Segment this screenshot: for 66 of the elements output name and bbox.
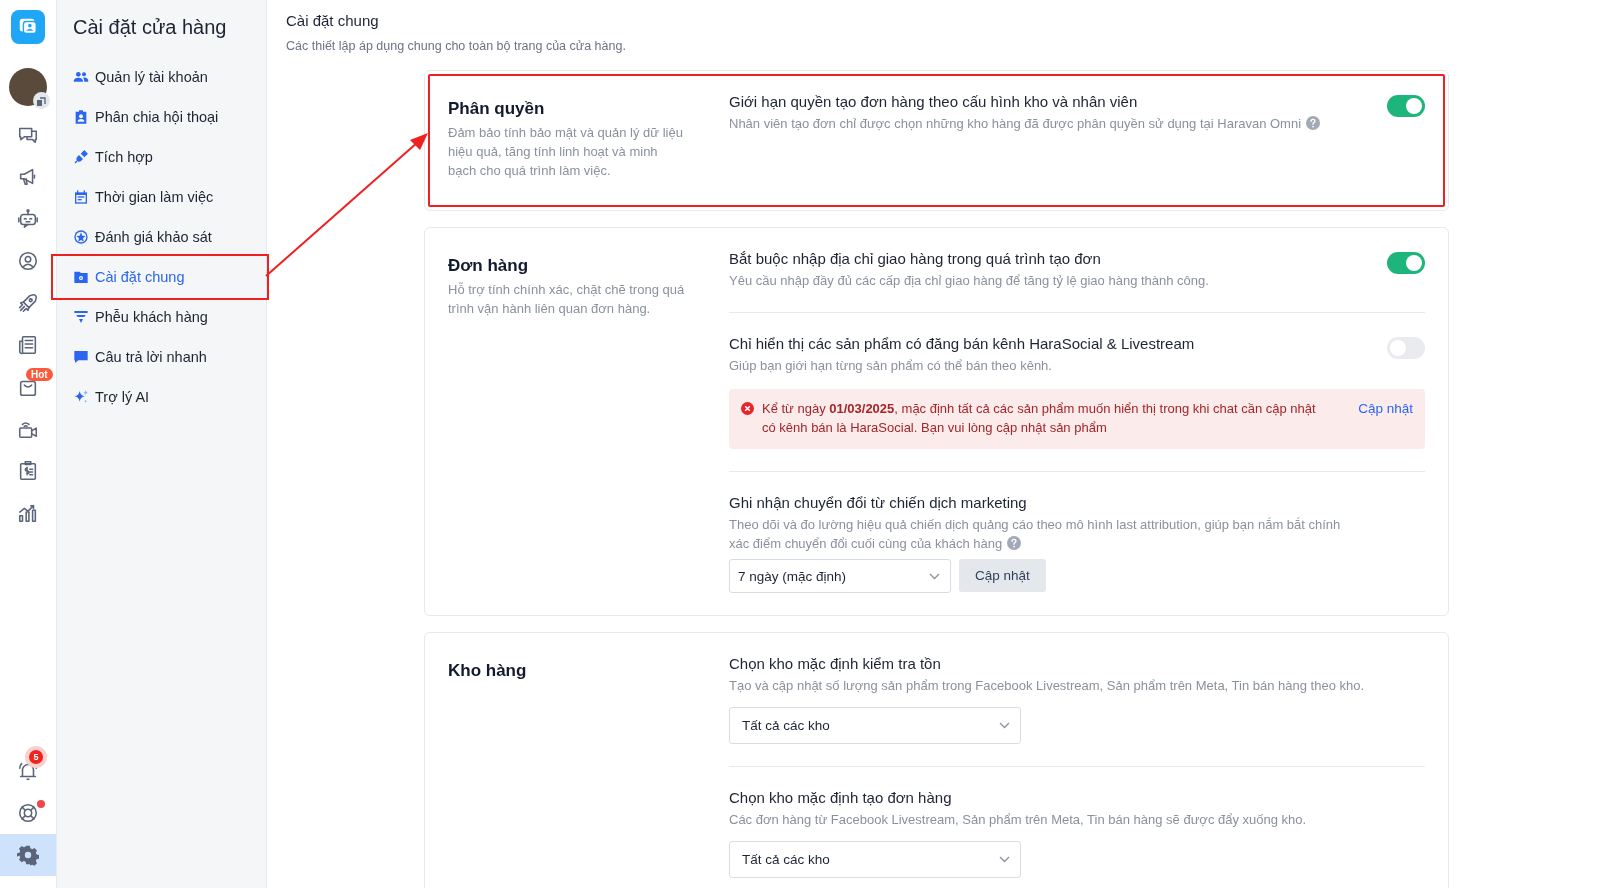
invoice-icon bbox=[17, 460, 39, 482]
star-circle-icon bbox=[73, 229, 89, 245]
section-description: Đảm bảo tính bảo mật và quản lý dữ liệu hiệu quả, tăng tính linh hoạt và minh bạch cho quá trình làm việc. bbox=[448, 124, 684, 180]
chevron-down-icon bbox=[999, 722, 1010, 729]
chevron-down-icon bbox=[999, 856, 1010, 863]
error-icon bbox=[741, 402, 754, 415]
nav-item[interactable]: Thời gian làm việc bbox=[57, 177, 266, 217]
user-icon bbox=[17, 250, 39, 272]
calendar-icon bbox=[73, 189, 89, 205]
section-description: Hỗ trợ tính chính xác, chặt chẽ trong quá trình vận hành liên quan đơn hàng. bbox=[448, 281, 686, 318]
nav-item[interactable]: Cài đặt chung bbox=[54, 257, 266, 297]
setting-title: Chọn kho mặc định kiểm tra tồn bbox=[729, 655, 942, 672]
sparkle-icon bbox=[73, 389, 89, 405]
dropdown-field[interactable]: 7 ngày (mặc định) bbox=[729, 559, 951, 593]
rail-button[interactable] bbox=[0, 834, 56, 876]
toggle-switch[interactable] bbox=[1387, 252, 1425, 274]
rail-button[interactable]: 5 bbox=[0, 750, 56, 792]
folder-gear-icon bbox=[73, 269, 89, 285]
plug-icon bbox=[73, 149, 89, 165]
setting-description: Theo dõi và đo lường hiệu quả chiến dịch quảng cáo theo mô hình last attribution, giúp bạn nắm bắt chính xác điểm chuyển đổi cuối cùng của khách hàng bbox=[729, 516, 1342, 553]
nav-item[interactable]: Trợ lý AI bbox=[57, 377, 266, 417]
nav-item[interactable]: Phễu khách hàng bbox=[57, 297, 266, 337]
nav-item[interactable]: Đánh giá khảo sát bbox=[57, 217, 266, 257]
setting-title: Chỉ hiển thị các sản phẩm có đăng bán kênh HaraSocial & Livestream bbox=[729, 335, 1195, 352]
nav-item[interactable]: Quản lý tài khoản bbox=[57, 57, 266, 97]
bar-chart-icon bbox=[17, 502, 39, 524]
alert-message: Kể từ ngày 01/03/2025, mặc định tất cả các sản phẩm muốn hiển thị trong khi chat cần cập nhật có kênh bán là HaraSocial. Bạn vui lòng cập nhật sản phẩm bbox=[762, 400, 1317, 437]
setting-title: Ghi nhận chuyển đổi từ chiến dịch marketing bbox=[729, 494, 1028, 511]
nav-item[interactable]: Câu trả lời nhanh bbox=[57, 337, 266, 377]
update-button[interactable]: Cập nhật bbox=[959, 559, 1046, 592]
users-icon bbox=[73, 69, 89, 85]
update-link[interactable]: Cập nhật bbox=[1358, 399, 1413, 418]
robot-icon bbox=[17, 208, 39, 230]
section-title: Kho hàng bbox=[448, 661, 528, 681]
funnel-icon bbox=[73, 309, 89, 325]
lifebuoy-icon bbox=[17, 802, 39, 824]
dropdown-field[interactable]: Tất cả các kho bbox=[729, 841, 1021, 878]
setting-description: Tạo và cập nhật số lượng sản phẩm trong Facebook Livestream, Sản phẩm trên Meta, Tin bán hàng theo kho. bbox=[729, 677, 1366, 695]
newspaper-icon bbox=[17, 334, 39, 356]
nav-title: Cài đặt cửa hàng bbox=[73, 16, 228, 39]
chat-bubble-icon bbox=[73, 349, 89, 365]
setting-description: Nhân viên tạo đơn chỉ được chọn những kho hàng đã được phân quyền sử dụng tại Haravan Omni bbox=[729, 114, 1321, 133]
switch-icon bbox=[33, 92, 50, 109]
setting-description: Giúp bạn giới hạn từng sản phẩm có thể bán theo kênh. bbox=[729, 357, 1053, 375]
toggle-switch[interactable] bbox=[1387, 95, 1425, 117]
setting-title: Bắt buộc nhập địa chỉ giao hàng trong quá trình tạo đơn bbox=[729, 250, 1102, 267]
section-title: Đơn hàng bbox=[448, 256, 530, 276]
nav-item[interactable]: Tích hợp bbox=[57, 137, 266, 177]
setting-title: Chọn kho mặc định tạo đơn hàng bbox=[729, 789, 953, 806]
chevron-down-icon bbox=[929, 572, 940, 580]
rocket-icon bbox=[17, 292, 39, 314]
page-subtitle: Các thiết lập áp dụng chung cho toàn bộ trang của cửa hàng. bbox=[286, 39, 627, 53]
notification-badge: 5 bbox=[29, 750, 43, 764]
id-badge-icon bbox=[73, 109, 89, 125]
bell-icon bbox=[17, 760, 39, 782]
avatar[interactable] bbox=[9, 68, 47, 106]
hot-badge: Hot bbox=[26, 368, 53, 381]
setting-description: Các đơn hàng từ Facebook Livestream, Sản phẩm trên Meta, Tin bán hàng sẽ được đẩy xuống kho. bbox=[729, 811, 1308, 829]
page-title: Cài đặt chung bbox=[286, 12, 380, 29]
app-logo-icon[interactable] bbox=[11, 10, 45, 44]
nav-item[interactable]: Phân chia hội thoại bbox=[57, 97, 266, 137]
section-title: Phân quyền bbox=[448, 99, 546, 119]
setting-title: Giới hạn quyền tạo đơn hàng theo cấu hình kho và nhân viên bbox=[729, 93, 1139, 110]
settings-icon bbox=[17, 844, 39, 866]
dropdown-field[interactable]: Tất cả các kho bbox=[729, 707, 1021, 744]
setting-description: Yêu cầu nhập đầy đủ các cấp địa chỉ giao hàng để tăng tỷ lệ giao hàng thành công. bbox=[729, 272, 1209, 290]
